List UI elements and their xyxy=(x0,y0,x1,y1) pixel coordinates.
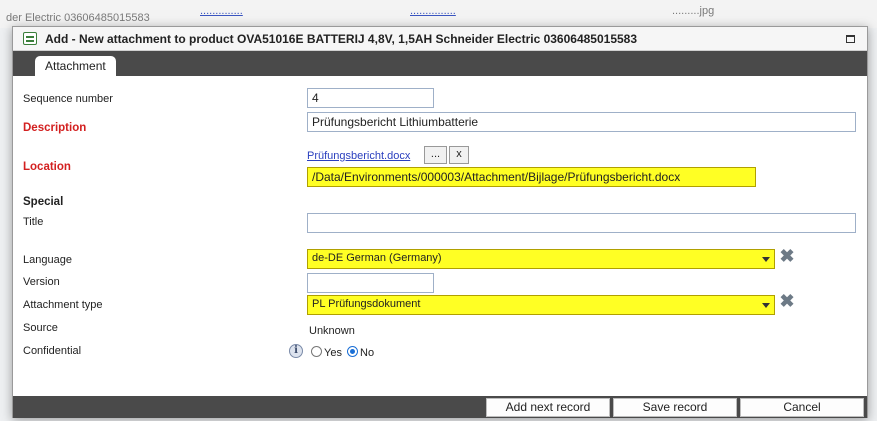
version-label: Version xyxy=(23,276,60,288)
sequence-number-field[interactable]: 4 xyxy=(307,88,434,108)
save-record-button[interactable]: Save record xyxy=(613,398,737,417)
dialog-title: Add - New attachment to product OVA51016… xyxy=(45,32,638,46)
background-link-2: ............... xyxy=(410,5,456,17)
source-value: Unknown xyxy=(309,325,355,337)
language-label: Language xyxy=(23,254,72,266)
background-link: .............. xyxy=(200,5,243,17)
clear-attachment-type-icon[interactable]: ✖ xyxy=(779,292,795,310)
location-file-link[interactable]: Prüfungsbericht.docx xyxy=(307,150,410,162)
location-label: Location xyxy=(23,161,71,173)
chevron-down-icon xyxy=(762,257,770,262)
info-icon[interactable]: i xyxy=(289,344,303,358)
browse-button[interactable]: ... xyxy=(424,146,447,164)
language-value: de-DE German (Germany) xyxy=(312,252,442,264)
attachment-form: Sequence number 4 Description Prüfungsbe… xyxy=(13,76,867,396)
language-select[interactable]: de-DE German (Germany) xyxy=(307,249,775,269)
maximize-icon[interactable] xyxy=(846,35,855,43)
add-next-record-button[interactable]: Add next record xyxy=(486,398,610,417)
attachment-type-label: Attachment type xyxy=(23,299,103,311)
confidential-yes-radio[interactable] xyxy=(311,346,322,357)
dialog-titlebar: Add - New attachment to product OVA51016… xyxy=(13,27,867,51)
attachment-type-select[interactable]: PL Prüfungsdokument xyxy=(307,295,775,315)
form-window-icon xyxy=(23,32,37,45)
attachment-type-value: PL Prüfungsdokument xyxy=(312,298,421,310)
title-label: Title xyxy=(23,216,44,228)
sequence-number-label: Sequence number xyxy=(23,93,113,105)
description-field[interactable]: Prüfungsbericht Lithiumbatterie xyxy=(307,112,856,132)
source-label: Source xyxy=(23,322,58,334)
title-field[interactable] xyxy=(307,213,856,233)
background-file-text: .........jpg xyxy=(672,5,715,17)
version-field[interactable] xyxy=(307,273,434,293)
confidential-no-label: No xyxy=(360,347,375,359)
special-section-heading: Special xyxy=(23,196,64,208)
background-product-text: der Electric 03606485015583 xyxy=(6,12,150,24)
description-label: Description xyxy=(23,122,87,134)
confidential-no-radio[interactable] xyxy=(347,346,358,357)
location-path-field[interactable]: /Data/Environments/000003/Attachment/Bij… xyxy=(307,167,756,187)
tab-attachment[interactable]: Attachment xyxy=(35,56,116,76)
confidential-label: Confidential xyxy=(23,345,82,357)
clear-language-icon[interactable]: ✖ xyxy=(779,247,795,265)
cancel-button[interactable]: Cancel xyxy=(740,398,864,417)
tab-bar: Attachment xyxy=(13,51,867,76)
dialog-footer: Add next record Save record Cancel xyxy=(13,396,867,418)
confidential-yes-label: Yes xyxy=(324,347,342,359)
remove-file-button[interactable]: x xyxy=(449,146,469,164)
chevron-down-icon xyxy=(762,303,770,308)
add-attachment-dialog: Add - New attachment to product OVA51016… xyxy=(12,26,868,418)
